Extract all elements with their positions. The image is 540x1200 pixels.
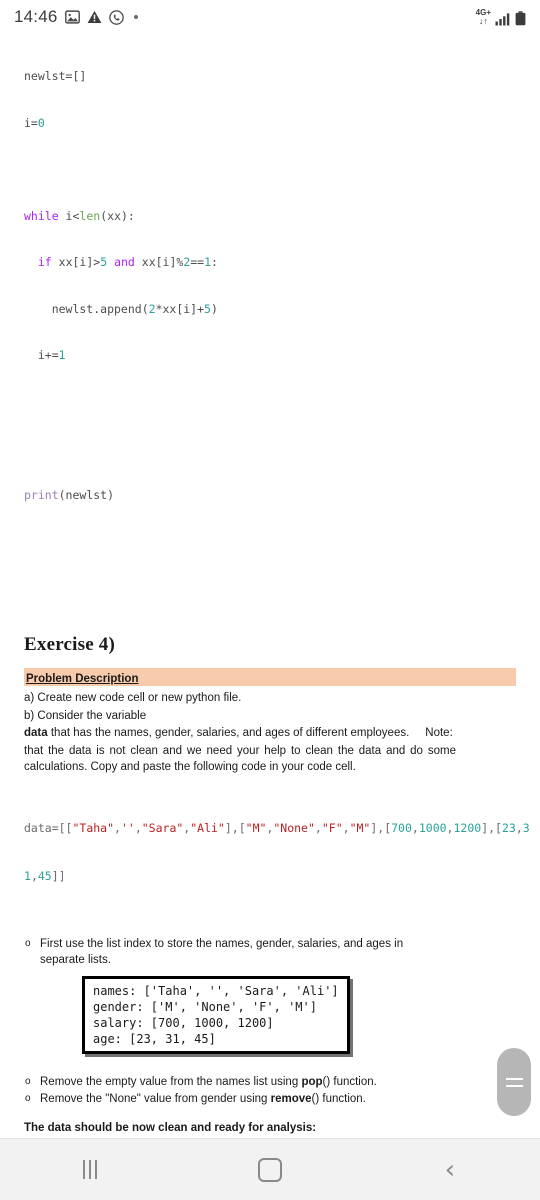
status-bar: 14:46 4G+ ↓↑: [0, 0, 540, 34]
note-label: Note:: [425, 727, 453, 739]
code-line: print(newlst): [24, 487, 115, 502]
whatsapp-icon: [108, 9, 124, 25]
recents-icon: [83, 1160, 97, 1179]
exercise-4-output-box-wrap: names: ['Taha', '', 'Sara', 'Ali'] gende…: [82, 975, 516, 1054]
scrollbar-thumb[interactable]: [497, 1048, 531, 1116]
exercise-4-clean-heading: The data should be now clean and ready f…: [24, 1121, 317, 1134]
home-icon: [258, 1157, 282, 1182]
pop-keyword: pop: [301, 1075, 323, 1088]
list-item: Remove the empty value from the names li…: [24, 1074, 516, 1091]
remove-keyword: remove: [270, 1093, 312, 1105]
code-line: newlst.append(2*xx[i]+5): [24, 301, 218, 316]
code-line: i+=1: [24, 348, 66, 362]
exercise-4-line-a: a) Create new code cell or new python fi…: [24, 692, 242, 704]
data-paragraph-rest: that has the names, gender, salaries, an…: [47, 727, 410, 739]
exercise-4-output-box: names: ['Taha', '', 'Sara', 'Ali'] gende…: [82, 975, 350, 1054]
bullet-remove-pre: Remove the "None" value from gender usin…: [40, 1093, 271, 1105]
data-keyword: data: [24, 727, 48, 739]
signal-bars-icon: [495, 12, 511, 26]
image-icon: [64, 10, 80, 24]
exercise-4-heading: Exercise 4): [24, 634, 116, 655]
bullet-remove-post: () function.: [311, 1093, 366, 1105]
dot-icon: [133, 15, 138, 19]
list-item: First use the list index to store the na…: [24, 936, 430, 969]
exercise-4-bullets-part1: First use the list index to store the na…: [24, 936, 430, 969]
status-bar-clock: 14:46: [14, 7, 58, 26]
android-navigation-bar: ‹: [0, 1138, 540, 1200]
code-line: 1,45]]: [24, 868, 66, 883]
exercise-4-bullets-part2: Remove the empty value from the names li…: [24, 1074, 516, 1108]
exercise-4-data-code: data=[["Taha",'',"Sara","Ali"],["M","Non…: [24, 788, 530, 916]
output-box-text: names: ['Taha', '', 'Sara', 'Ali'] gende…: [93, 983, 339, 1046]
python-code-block-top: newlst=[] i=0 while i<len(xx): if xx[i]>…: [24, 34, 516, 534]
home-button[interactable]: [225, 1147, 315, 1193]
exercise-4-problem-description-band: Problem Description: [24, 668, 516, 686]
code-line: if xx[i]>5 and xx[i]%2==1:: [37, 255, 218, 269]
status-bar-left: 14:46: [14, 7, 138, 27]
battery-icon: [515, 11, 526, 26]
bullet-pop-pre: Remove the empty value from the names li…: [40, 1075, 302, 1088]
back-button[interactable]: ‹: [405, 1147, 495, 1193]
warning-icon: [87, 10, 102, 24]
scrollbar-grip-line: [505, 1077, 523, 1080]
recents-button[interactable]: [45, 1147, 135, 1193]
code-line: newlst=[]: [24, 69, 87, 83]
exercise-4-data-paragraph: data that has the names, gender, salarie…: [24, 725, 516, 742]
back-icon: ‹: [444, 1154, 456, 1185]
code-line: data=[["Taha",'',"Sara","Ali"],["M","Non…: [24, 820, 530, 835]
phone-screen: 14:46 4G+ ↓↑ newlst=[] i=0 while i<len(x…: [0, 0, 540, 1200]
exercise-4-line-b: b) Consider the variable: [24, 709, 147, 722]
problem-description-label: Problem Description: [26, 673, 139, 685]
code-line: while i<len(xx):: [24, 208, 135, 223]
status-bar-right: 4G+ ↓↑: [476, 8, 526, 26]
list-item: Remove the "None" value from gender usin…: [24, 1091, 516, 1108]
document-viewer[interactable]: newlst=[] i=0 while i<len(xx): if xx[i]>…: [0, 34, 540, 1139]
code-line: i=0: [24, 115, 45, 130]
exercise-4-note-text: that the data is not clean and we need y…: [24, 744, 456, 774]
network-type-icon: 4G+ ↓↑: [475, 8, 491, 26]
scrollbar-grip-line: [505, 1084, 523, 1087]
bullet-pop-post: () function.: [322, 1075, 377, 1088]
